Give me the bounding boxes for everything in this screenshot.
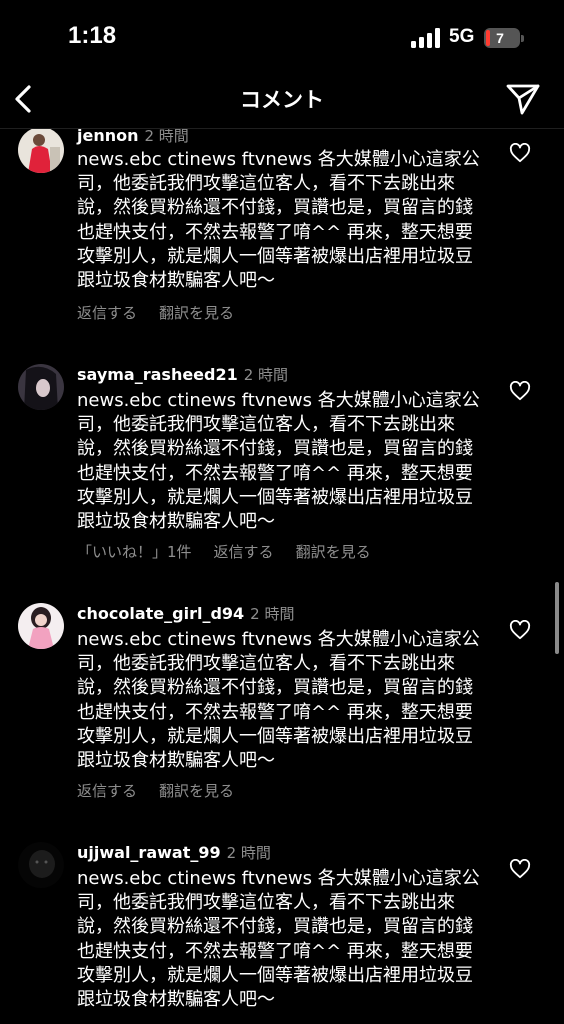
battery-icon: 7 — [484, 28, 520, 48]
username[interactable]: ujjwal_rawat_99 — [77, 843, 221, 862]
username[interactable]: chocolate_girl_d94 — [77, 604, 244, 623]
paper-plane-icon[interactable] — [504, 82, 542, 116]
header: コメント — [0, 70, 564, 129]
comment-text: news.ebc ctinews ftvnews 各大媒體小心這家公司，他委託我… — [77, 390, 480, 533]
comment-list[interactable]: jennon 2 時間 news.ebc ctinews ftvnews 各大媒體… — [0, 129, 564, 1024]
comment-item: ujjwal_rawat_99 2 時間 news.ebc ctinews ftv… — [0, 835, 564, 1024]
avatar-image — [18, 603, 64, 649]
comment-item: jennon 2 時間 news.ebc ctinews ftvnews 各大媒體… — [0, 129, 564, 322]
avatar-image — [18, 842, 64, 888]
heart-icon[interactable] — [509, 143, 531, 163]
comment-text: news.ebc ctinews ftvnews 各大媒體小心這家公司，他委託我… — [77, 629, 480, 772]
heart-icon[interactable] — [509, 381, 531, 401]
status-time: 1:18 — [68, 22, 117, 49]
comment-header: chocolate_girl_d94 2 時間 — [77, 603, 294, 624]
avatar-image — [18, 129, 64, 173]
comment-header: sayma_rasheed21 2 時間 — [77, 364, 288, 385]
reply-button[interactable]: 返信する — [77, 304, 137, 322]
network-label: 5G — [449, 26, 475, 47]
page-title: コメント — [240, 88, 324, 112]
comment-text: news.ebc ctinews ftvnews 各大媒體小心這家公司，他委託我… — [77, 149, 480, 292]
username[interactable]: jennon — [77, 129, 139, 145]
avatar[interactable] — [18, 842, 64, 888]
avatar-image — [18, 364, 64, 410]
comment-actions: 返信する 翻訳を見る — [77, 780, 256, 801]
battery-cap — [521, 35, 524, 42]
likes-count[interactable]: 「いいね！」1件 — [77, 543, 192, 561]
comment-item: chocolate_girl_d94 2 時間 news.ebc ctinews … — [0, 596, 564, 826]
timestamp: 2 時間 — [243, 366, 289, 384]
status-bar: 1:18 5G 7 — [0, 0, 564, 70]
battery-level: 7 — [496, 30, 504, 46]
signal-bars-icon — [411, 28, 440, 48]
timestamp: 2 時間 — [144, 129, 189, 145]
username[interactable]: sayma_rasheed21 — [77, 365, 238, 384]
avatar[interactable] — [18, 364, 64, 410]
comment-item: sayma_rasheed21 2 時間 news.ebc ctinews ftv… — [0, 357, 564, 587]
reply-button[interactable]: 返信する — [214, 543, 274, 561]
avatar[interactable] — [18, 129, 64, 173]
see-translation-button[interactable]: 翻訳を見る — [159, 782, 234, 800]
heart-icon[interactable] — [509, 859, 531, 879]
see-translation-button[interactable]: 翻訳を見る — [159, 304, 234, 322]
see-translation-button[interactable]: 翻訳を見る — [296, 543, 371, 561]
timestamp: 2 時間 — [250, 605, 295, 623]
scrollbar[interactable] — [555, 582, 559, 654]
timestamp: 2 時間 — [226, 844, 271, 862]
comment-actions: 返信する 翻訳を見る — [77, 302, 256, 323]
comment-actions: 「いいね！」1件 返信する 翻訳を見る — [77, 541, 393, 562]
heart-icon[interactable] — [509, 620, 531, 640]
reply-button[interactable]: 返信する — [77, 782, 137, 800]
comment-header: jennon 2 時間 — [77, 129, 189, 146]
avatar[interactable] — [18, 603, 64, 649]
comment-text: news.ebc ctinews ftvnews 各大媒體小心這家公司，他委託我… — [77, 868, 480, 1011]
comment-header: ujjwal_rawat_99 2 時間 — [77, 842, 271, 863]
